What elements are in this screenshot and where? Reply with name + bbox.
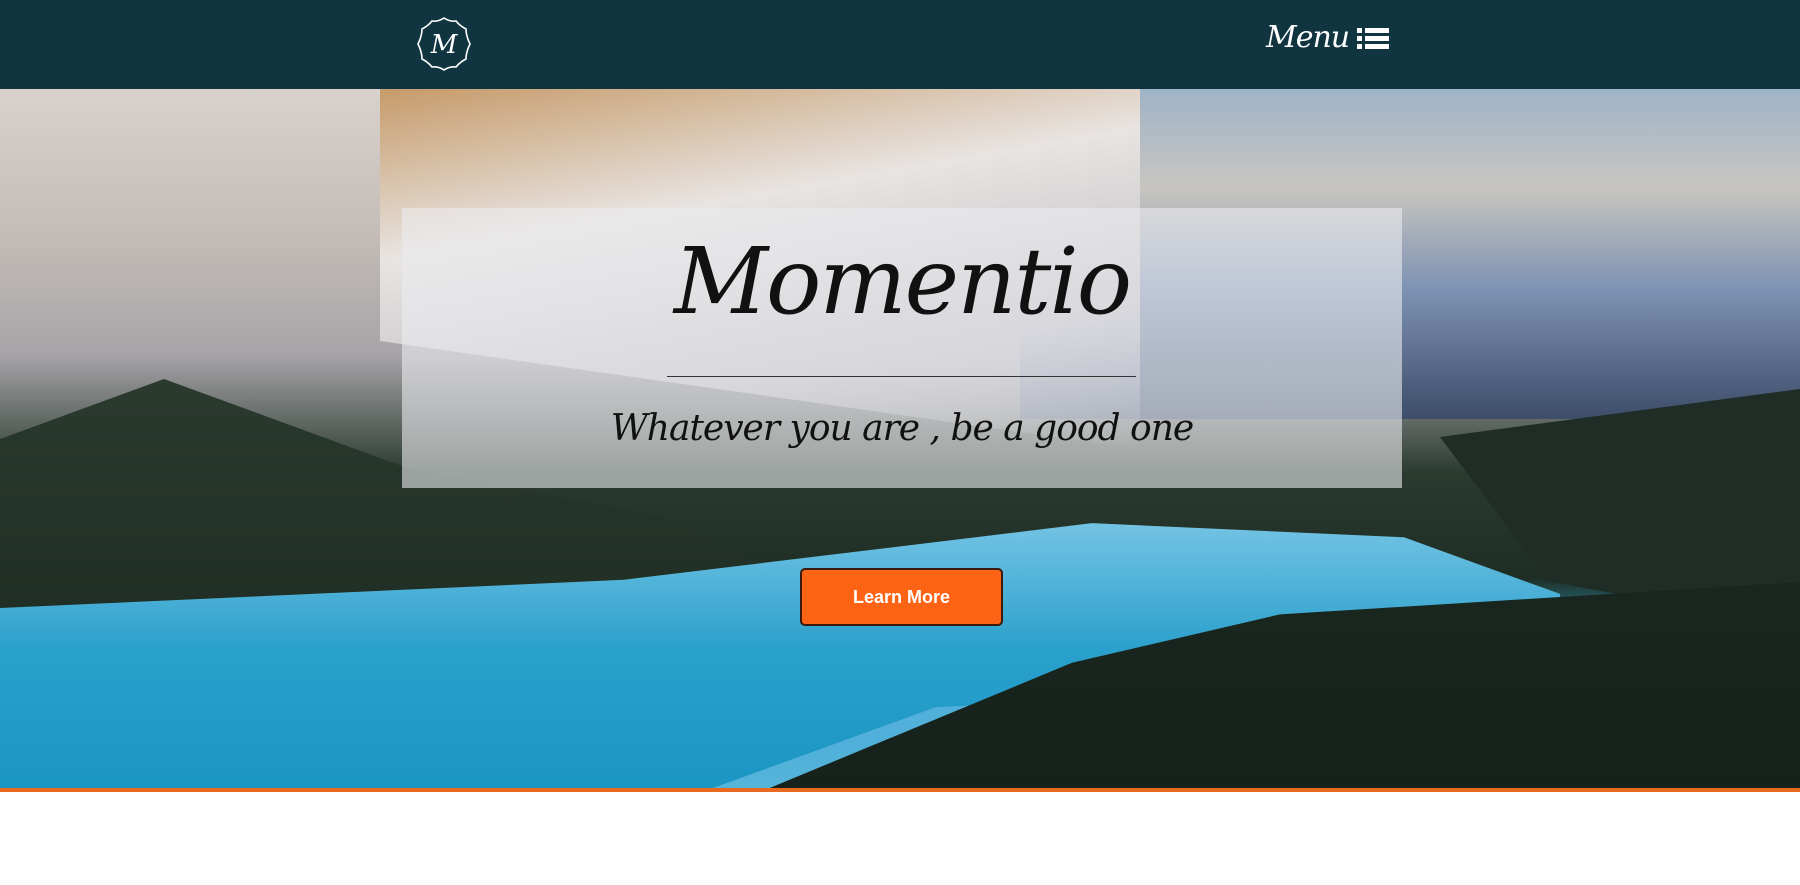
divider [667,376,1136,377]
site-header: M Menu [0,0,1800,89]
logo-icon[interactable]: M [416,16,472,72]
hero-text-panel: Momentio Whatever you are , be a good on… [402,208,1402,488]
list-icon [1357,27,1390,49]
svg-text:M: M [430,30,459,60]
learn-more-button[interactable]: Learn More [800,568,1003,626]
hero-subtitle: Whatever you are , be a good one [610,408,1194,449]
hero-title: Momentio [673,228,1132,335]
menu-label: Menu [1266,20,1350,55]
menu-button[interactable]: Menu [1266,20,1390,55]
